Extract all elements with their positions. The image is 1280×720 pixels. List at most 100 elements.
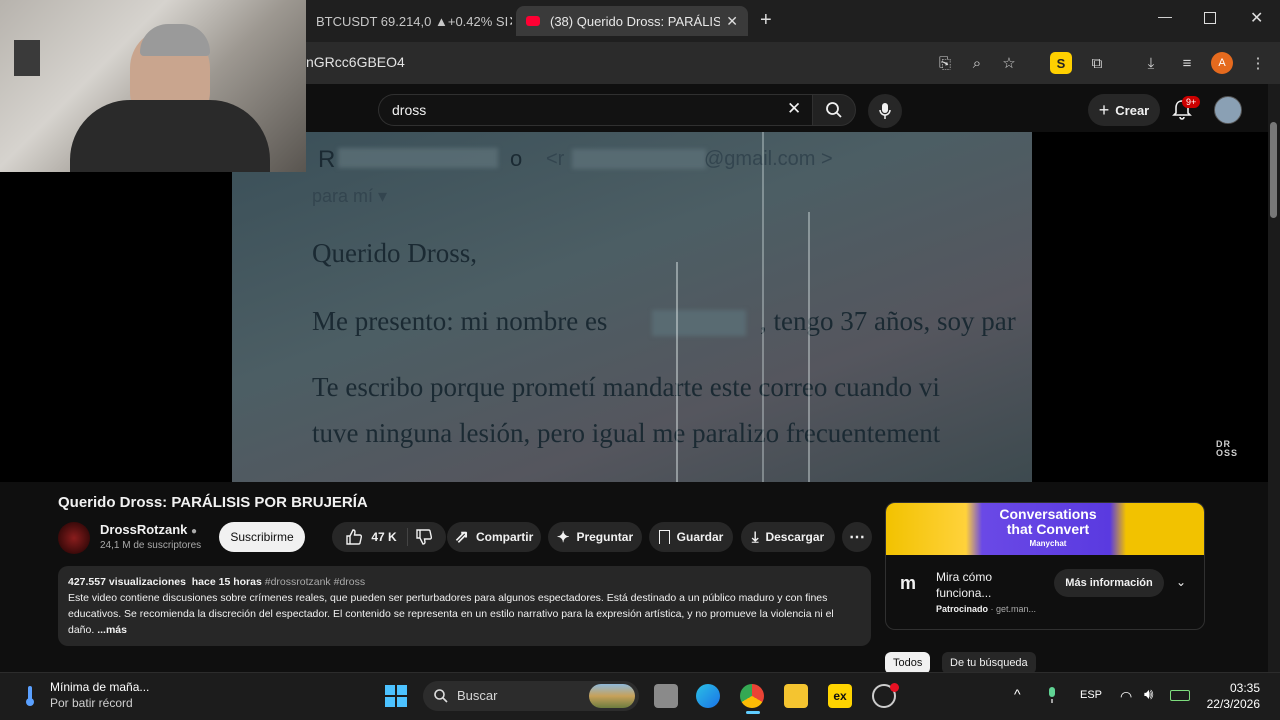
video-frame[interactable]: R o <r @gmail.com > para mí ▾ Querido Dr… — [232, 132, 1032, 482]
downloads-icon[interactable]: ⤓ — [1140, 52, 1162, 74]
save-button[interactable]: Guardar — [649, 522, 733, 552]
plus-icon: + — [1098, 99, 1110, 120]
media-controls-icon[interactable]: ≡ — [1176, 52, 1198, 74]
email-line-2a: Me presento: mi nombre es — [312, 306, 608, 336]
redaction-blur — [572, 149, 706, 169]
weather-title[interactable]: Mínima de maña... — [50, 680, 149, 694]
streamer-hoodie — [70, 100, 270, 172]
minimize-icon[interactable]: — — [1158, 8, 1172, 24]
description-box[interactable]: 427.557 visualizaciones hace 15 horas #d… — [58, 566, 871, 646]
chevron-up-icon[interactable]: ^ — [1014, 686, 1021, 702]
chip-from-search[interactable]: De tu búsqueda — [942, 652, 1036, 674]
search-icon — [434, 689, 448, 703]
tab-btcusdt[interactable]: BTCUSDT 69.214,0 ▲+0.42% SI ✕ — [306, 6, 512, 36]
battery-icon[interactable] — [1170, 690, 1190, 701]
search-query: dross — [392, 102, 427, 118]
edge-browser-icon[interactable] — [696, 684, 720, 708]
clear-search-icon[interactable]: ✕ — [787, 99, 801, 119]
extension-s-icon[interactable]: S — [1050, 52, 1072, 74]
like-button[interactable]: 47 K — [345, 528, 408, 546]
email-address-end: @gmail.com > — [704, 148, 833, 170]
video-title: Querido Dross: PARÁLISIS POR BRUJERÍA — [58, 494, 368, 511]
redaction-blur — [652, 310, 746, 336]
microphone-icon — [879, 103, 891, 119]
windows-start-icon[interactable] — [384, 684, 408, 708]
search-highlight-image — [589, 684, 635, 708]
download-button[interactable]: ⤓ Descargar — [741, 522, 835, 552]
create-button[interactable]: + Crear — [1088, 94, 1160, 126]
window-close-icon[interactable]: ✕ — [1250, 8, 1263, 28]
advertiser-logo: m — [900, 573, 917, 593]
youtube-favicon-icon — [526, 16, 540, 26]
voice-search-button[interactable] — [868, 94, 902, 128]
bookmark-icon — [658, 530, 670, 544]
install-app-icon[interactable]: ⎘ — [934, 52, 956, 74]
more-actions-icon[interactable]: ⋯ — [842, 522, 872, 552]
clock-date[interactable]: 22/3/2026 — [1196, 697, 1260, 711]
sponsored-ad-card[interactable]: Conversations that Convert Manychat m Mi… — [885, 502, 1205, 630]
scrollbar-thumb[interactable] — [1270, 122, 1277, 218]
restore-icon[interactable] — [1204, 12, 1216, 24]
description-meta: 427.557 visualizaciones hace 15 horas #d… — [68, 574, 861, 590]
ad-banner-image[interactable]: Conversations that Convert Manychat — [886, 503, 1204, 555]
hashtags[interactable]: #drossrotzank #dross — [265, 576, 365, 588]
channel-name[interactable]: DrossRotzank ● — [100, 522, 197, 537]
file-explorer-icon[interactable] — [784, 684, 808, 708]
download-icon: ⤓ — [751, 528, 759, 546]
taskbar-search-label: Buscar — [457, 688, 498, 703]
new-tab-icon[interactable]: + — [760, 9, 772, 32]
extensions-puzzle-icon[interactable]: ⧉ — [1086, 52, 1108, 74]
account-avatar[interactable] — [1214, 96, 1242, 124]
notifications-badge: 9+ — [1182, 96, 1201, 108]
exchange-app-icon[interactable]: ex — [828, 684, 852, 708]
tab-label: (38) Querido Dross: PARÁLISIS I — [550, 13, 720, 29]
email-to-line: para mí ▾ — [312, 186, 388, 206]
zoom-icon[interactable]: ⌕ — [966, 52, 988, 74]
tab-youtube-video[interactable]: (38) Querido Dross: PARÁLISIS I ✕ — [516, 6, 748, 36]
browser-menu-icon[interactable]: ⋮ — [1247, 52, 1269, 74]
like-dislike-group: 47 K — [332, 522, 446, 552]
email-sender-tail: o — [510, 146, 523, 171]
channel-watermark-logo[interactable]: DR OSS — [1216, 440, 1238, 458]
email-greeting: Querido Dross, — [312, 238, 477, 268]
subscribe-button[interactable]: Suscribirme — [219, 522, 305, 552]
webcam-overlay — [0, 0, 306, 172]
taskbar-search-box[interactable]: Buscar — [423, 681, 639, 711]
email-line-3: Te escribo porque prometí mandarte este … — [312, 372, 940, 402]
thumbs-down-icon[interactable] — [415, 528, 433, 546]
ad-sponsor-line: Patrocinado · get.man... — [936, 604, 1037, 614]
share-label: Compartir — [475, 530, 534, 544]
profile-avatar-icon[interactable]: A — [1211, 52, 1233, 74]
chip-all[interactable]: Todos — [885, 652, 931, 674]
verified-check-icon: ● — [191, 526, 198, 537]
ad-brand-small: Manychat — [1029, 539, 1067, 548]
ask-label: Preguntar — [576, 530, 634, 544]
email-line-2b: , tengo 37 años, soy par — [760, 306, 1016, 336]
speaker-icon[interactable]: 🔊︎ — [1144, 686, 1153, 703]
close-icon[interactable]: ✕ — [726, 13, 738, 30]
channel-avatar[interactable] — [58, 522, 90, 554]
url-field[interactable]: nGRcc6GBEO4 — [306, 54, 405, 70]
ad-title[interactable]: Mira cómo funciona... — [936, 569, 1046, 601]
thermometer-icon[interactable] — [22, 684, 38, 708]
chevron-down-icon[interactable]: ⌄ — [1176, 575, 1186, 589]
task-view-icon[interactable] — [654, 684, 678, 708]
weather-subtitle[interactable]: Por batir récord — [50, 696, 133, 710]
thumbs-up-icon — [346, 529, 363, 545]
wifi-icon[interactable]: ◠ — [1120, 688, 1132, 705]
ad-cta-button[interactable]: Más información — [1054, 569, 1164, 597]
clock-time[interactable]: 03:35 — [1208, 681, 1260, 695]
search-input[interactable]: dross ✕ — [378, 94, 812, 126]
ask-button[interactable]: ✦ Preguntar — [548, 522, 642, 552]
search-button[interactable] — [812, 94, 856, 126]
bookmark-star-icon[interactable]: ☆ — [998, 52, 1020, 74]
microphone-icon[interactable] — [1046, 686, 1058, 704]
chrome-browser-icon[interactable] — [740, 684, 764, 708]
close-icon[interactable]: ✕ — [508, 13, 512, 30]
save-label: Guardar — [676, 530, 724, 544]
show-more-link[interactable]: ...más — [97, 624, 127, 636]
share-button[interactable]: ⇗ Compartir — [447, 522, 541, 552]
language-indicator[interactable]: ESP — [1080, 689, 1102, 701]
ad-domain: get.man... — [996, 604, 1037, 614]
email-line-4: tuve ninguna lesión, pero igual me paral… — [312, 418, 941, 448]
